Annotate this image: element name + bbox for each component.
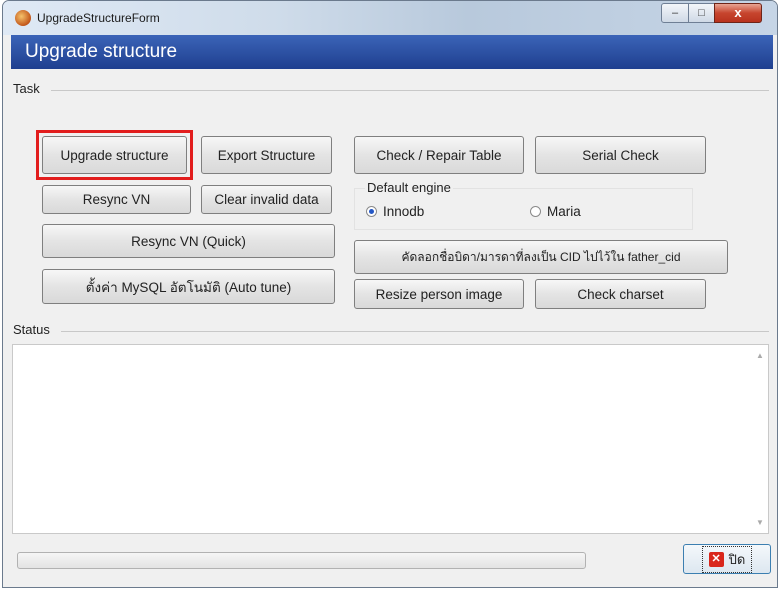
close-button-label: ปิด xyxy=(728,551,746,567)
scroll-down-arrow-icon[interactable]: ▼ xyxy=(756,518,764,527)
status-scrollbar[interactable]: ▲ ▼ xyxy=(752,345,768,533)
close-window-button[interactable]: x xyxy=(714,3,762,23)
check-charset-button[interactable]: Check charset xyxy=(535,279,706,309)
upgrade-structure-button[interactable]: Upgrade structure xyxy=(42,136,187,174)
title-bar[interactable]: UpgradeStructureForm – □ x xyxy=(3,1,777,35)
status-textarea[interactable]: ▲ ▼ xyxy=(12,344,769,534)
mysql-auto-tune-button[interactable]: ตั้งค่า MySQL อัตโนมัติ (Auto tune) xyxy=(42,269,335,304)
radio-maria-label: Maria xyxy=(547,204,581,219)
application-window: UpgradeStructureForm – □ x Upgrade struc… xyxy=(2,0,778,588)
scroll-up-arrow-icon[interactable]: ▲ xyxy=(756,351,764,360)
maximize-button[interactable]: □ xyxy=(688,3,715,23)
default-engine-label: Default engine xyxy=(365,180,453,195)
progress-bar xyxy=(17,552,586,569)
radio-innodb-label: Innodb xyxy=(383,204,425,219)
task-divider xyxy=(51,90,769,91)
radio-checked-icon xyxy=(366,206,377,217)
close-button-focus: ✕ ปิด xyxy=(701,545,753,573)
minimize-button[interactable]: – xyxy=(661,3,689,23)
radio-maria[interactable]: Maria xyxy=(530,204,581,219)
export-structure-button[interactable]: Export Structure xyxy=(201,136,332,174)
radio-unchecked-icon xyxy=(530,206,541,217)
resize-person-image-button[interactable]: Resize person image xyxy=(354,279,524,309)
copy-parent-cid-button[interactable]: คัดลอกชื่อบิดา/มารดาที่ลงเป็น CID ไปไว้ใ… xyxy=(354,240,728,274)
status-label: Status xyxy=(13,322,50,337)
resync-vn-quick-button[interactable]: Resync VN (Quick) xyxy=(42,224,335,258)
resync-vn-button[interactable]: Resync VN xyxy=(42,185,191,214)
close-button[interactable]: ✕ ปิด xyxy=(683,544,771,574)
close-x-icon: ✕ xyxy=(708,551,724,567)
page-header: Upgrade structure xyxy=(11,35,773,69)
check-repair-table-button[interactable]: Check / Repair Table xyxy=(354,136,524,174)
status-divider xyxy=(61,331,769,332)
window-title: UpgradeStructureForm xyxy=(37,11,160,25)
radio-innodb[interactable]: Innodb xyxy=(366,204,424,219)
serial-check-button[interactable]: Serial Check xyxy=(535,136,706,174)
clear-invalid-data-button[interactable]: Clear invalid data xyxy=(201,185,332,214)
task-label: Task xyxy=(13,81,40,96)
app-icon xyxy=(15,10,31,26)
